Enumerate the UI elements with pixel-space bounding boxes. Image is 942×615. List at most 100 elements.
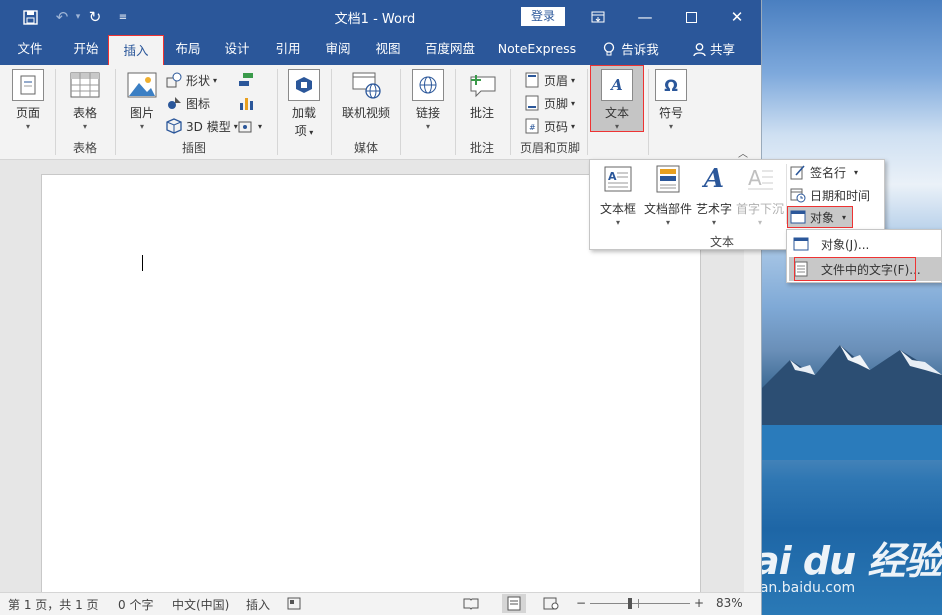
links-button[interactable]: 链接 ▾ bbox=[408, 67, 448, 131]
tab-view[interactable]: 视图 bbox=[366, 34, 410, 65]
drop-cap-icon: A bbox=[745, 164, 775, 194]
signature-icon bbox=[790, 164, 806, 180]
tab-references[interactable]: 引用 bbox=[266, 34, 310, 65]
ribbon-tabs: 文件 开始 插入 布局 设计 引用 审阅 视图 百度网盘 NoteExpress… bbox=[0, 34, 761, 65]
tab-review[interactable]: 审阅 bbox=[316, 34, 360, 65]
word-count[interactable]: 0 个字 bbox=[118, 596, 153, 613]
menu-item-object[interactable]: 对象(J)... bbox=[789, 232, 941, 256]
3d-models-button[interactable]: 3D 模型 ▾ bbox=[166, 115, 238, 137]
ribbon-display-options-icon[interactable] bbox=[583, 5, 613, 29]
save-icon[interactable] bbox=[20, 7, 40, 27]
svg-text:A: A bbox=[608, 170, 617, 183]
zoom-in-button[interactable]: + bbox=[694, 596, 704, 610]
minimize-icon[interactable]: — bbox=[630, 5, 660, 29]
shapes-icon bbox=[166, 72, 182, 88]
addins-button[interactable]: 加载 项 ▾ bbox=[284, 67, 324, 139]
tab-file[interactable]: 文件 bbox=[8, 34, 52, 65]
tab-layout[interactable]: 布局 bbox=[166, 34, 210, 65]
online-video-button[interactable]: 联机视频 bbox=[338, 67, 394, 121]
tab-baidu-netdisk[interactable]: 百度网盘 bbox=[420, 34, 480, 65]
status-bar: 第 1 页，共 1 页 0 个字 中文(中国) 插入 − + 83% bbox=[0, 592, 761, 615]
picture-label: 图片 bbox=[129, 106, 154, 120]
symbol-button[interactable]: Ω 符号 ▾ bbox=[652, 67, 690, 131]
icons-label: 图标 bbox=[186, 96, 211, 111]
tab-noteexpress[interactable]: NoteExpress bbox=[494, 34, 580, 65]
wordart-label: 艺术字 bbox=[695, 202, 732, 216]
text-button[interactable]: A 文本 ▾ bbox=[591, 67, 643, 131]
store-icon bbox=[288, 69, 320, 101]
smartart-button[interactable] bbox=[238, 69, 258, 91]
login-button[interactable]: 登录 bbox=[521, 7, 565, 26]
zoom-slider-track[interactable] bbox=[590, 603, 690, 604]
customize-toolbar-icon[interactable]: ≡ bbox=[113, 7, 133, 27]
zoom-level[interactable]: 83% bbox=[716, 596, 743, 610]
pages-button[interactable]: 页面 ▾ bbox=[10, 67, 46, 131]
header-button[interactable]: 页眉 ▾ bbox=[524, 69, 575, 91]
svg-text:#: # bbox=[529, 123, 536, 132]
object-label: 对象 bbox=[810, 210, 835, 225]
footer-button[interactable]: 页脚 ▾ bbox=[524, 92, 575, 114]
header-footer-group-label: 页眉和页脚 bbox=[519, 141, 580, 155]
footer-label: 页脚 bbox=[544, 96, 569, 111]
collapse-ribbon-icon[interactable]: ︿ bbox=[738, 145, 748, 160]
comment-button[interactable]: 批注 bbox=[462, 67, 502, 121]
tell-me-search[interactable]: 告诉我 bbox=[596, 34, 666, 65]
quick-parts-button[interactable]: 文档部件 ▾ bbox=[642, 164, 694, 227]
language-indicator[interactable]: 中文(中国) bbox=[172, 596, 229, 613]
3d-models-label: 3D 模型 bbox=[186, 119, 231, 134]
maximize-icon[interactable] bbox=[676, 5, 706, 29]
redo-icon[interactable]: ↻ bbox=[85, 7, 105, 27]
ribbon-insert: 页面 ▾ 表格 ▾ 表格 图片 ▾ 形状 ▾ 图标 3D 模型 ▾ ▾ 插图 加… bbox=[0, 65, 761, 160]
textbox-button[interactable]: A 文本框 ▾ bbox=[598, 164, 638, 227]
chart-button[interactable] bbox=[238, 92, 258, 114]
insert-mode[interactable]: 插入 bbox=[246, 596, 270, 613]
menu-item-text-from-file[interactable]: 文件中的文字(F)... bbox=[789, 257, 941, 281]
cube-icon bbox=[166, 118, 182, 134]
signature-line-button[interactable]: 签名行 ▾ bbox=[790, 161, 858, 183]
object-button[interactable]: 对象 ▾ bbox=[787, 206, 853, 228]
text-icon: A bbox=[601, 69, 633, 101]
table-button[interactable]: 表格 ▾ bbox=[62, 67, 108, 131]
page-number-button[interactable]: # 页码 ▾ bbox=[524, 115, 575, 137]
quick-parts-label: 文档部件 bbox=[643, 202, 692, 216]
web-layout-icon[interactable] bbox=[543, 597, 559, 613]
mountain-image bbox=[760, 345, 942, 460]
tab-design[interactable]: 设计 bbox=[215, 34, 259, 65]
smartart-icon bbox=[238, 72, 254, 88]
media-group-label: 媒体 bbox=[353, 141, 378, 155]
print-layout-icon[interactable] bbox=[502, 594, 526, 613]
lightbulb-icon bbox=[604, 42, 615, 56]
share-button[interactable]: 共享 bbox=[688, 34, 740, 65]
comment-icon bbox=[466, 69, 498, 101]
picture-button[interactable]: 图片 ▾ bbox=[122, 67, 162, 131]
word-window: ↶ ▾ ↻ ≡ 文档1 - Word 登录 — ✕ 文件 开始 插入 布局 设计… bbox=[0, 0, 762, 615]
wordart-button[interactable]: A 艺术字 ▾ bbox=[694, 164, 734, 227]
symbol-label: 符号 bbox=[658, 106, 683, 120]
shapes-button[interactable]: 形状 ▾ bbox=[166, 69, 217, 91]
object-submenu: 对象(J)... 文件中的文字(F)... bbox=[786, 229, 942, 283]
tab-insert[interactable]: 插入 bbox=[108, 35, 164, 65]
table-label: 表格 bbox=[72, 106, 97, 120]
read-mode-icon[interactable] bbox=[463, 597, 479, 613]
drop-cap-button[interactable]: A 首字下沉 ▾ bbox=[734, 164, 786, 227]
omega-icon: Ω bbox=[655, 69, 687, 101]
object-icon bbox=[790, 209, 806, 225]
page-count[interactable]: 第 1 页，共 1 页 bbox=[8, 596, 99, 613]
screenshot-button[interactable]: ▾ bbox=[238, 115, 262, 137]
quick-parts-icon bbox=[653, 164, 683, 194]
close-icon[interactable]: ✕ bbox=[722, 5, 752, 29]
zoom-out-button[interactable]: − bbox=[576, 596, 586, 610]
icons-button[interactable]: 图标 bbox=[166, 92, 210, 114]
share-label: 共享 bbox=[709, 41, 735, 57]
date-time-button[interactable]: 日期和时间 bbox=[790, 184, 870, 206]
macro-record-icon[interactable] bbox=[287, 597, 301, 613]
addins-label-1: 加载 bbox=[291, 106, 316, 120]
text-label: 文本 bbox=[604, 106, 629, 120]
text-group-label: 文本 bbox=[710, 235, 735, 249]
signature-line-label: 签名行 bbox=[810, 165, 847, 180]
shapes-label: 形状 bbox=[186, 73, 211, 88]
zoom-slider-thumb[interactable] bbox=[628, 598, 632, 609]
tab-home[interactable]: 开始 bbox=[64, 34, 108, 65]
menu-item-object-label: 对象(J)... bbox=[821, 237, 870, 252]
illustrations-group-label: 插图 bbox=[181, 141, 206, 155]
